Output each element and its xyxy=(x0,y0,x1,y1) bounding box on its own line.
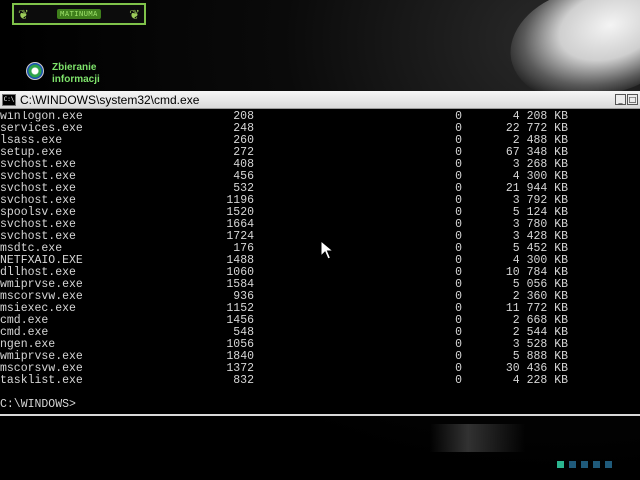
leaf-icon: ❦ xyxy=(129,6,140,22)
minimize-button[interactable]: _ xyxy=(615,94,626,105)
logo-banner: ❦ MATINUMA ❦ xyxy=(12,3,146,25)
indicator-dot xyxy=(581,461,588,468)
leaf-icon: ❦ xyxy=(18,6,29,22)
window-titlebar[interactable]: C:\ C:\WINDOWS\system32\cmd.exe _ □ xyxy=(0,91,640,109)
process-row: tasklist.exe 832 0 4 228 KB xyxy=(0,375,640,387)
console-output[interactable]: winlogon.exe 208 0 4 208 KB services.exe 248 0… xyxy=(0,111,640,411)
indicator-dot xyxy=(593,461,600,468)
desktop-icon-label[interactable]: Zbieranie informacji xyxy=(52,62,122,86)
process-session: 0 xyxy=(455,374,462,387)
mouse-cursor-icon xyxy=(320,240,334,260)
process-pid: 832 xyxy=(233,374,254,387)
window-bottom-border xyxy=(0,414,640,416)
info-collection-icon[interactable] xyxy=(26,62,44,80)
indicator-dot xyxy=(605,461,612,468)
command-prompt[interactable]: C:\WINDOWS> xyxy=(0,399,640,411)
indicator-dot xyxy=(557,461,564,468)
banner-text: MATINUMA xyxy=(57,9,101,19)
process-name: tasklist.exe xyxy=(0,374,83,387)
process-memory: 4 228 KB xyxy=(512,374,568,387)
cmd-icon[interactable]: C:\ xyxy=(2,93,16,106)
window-title: C:\WINDOWS\system32\cmd.exe xyxy=(20,92,200,107)
indicator-dot xyxy=(569,461,576,468)
maximize-button[interactable]: □ xyxy=(627,94,638,105)
desktop-glow xyxy=(430,424,525,452)
page-indicator xyxy=(557,461,612,468)
